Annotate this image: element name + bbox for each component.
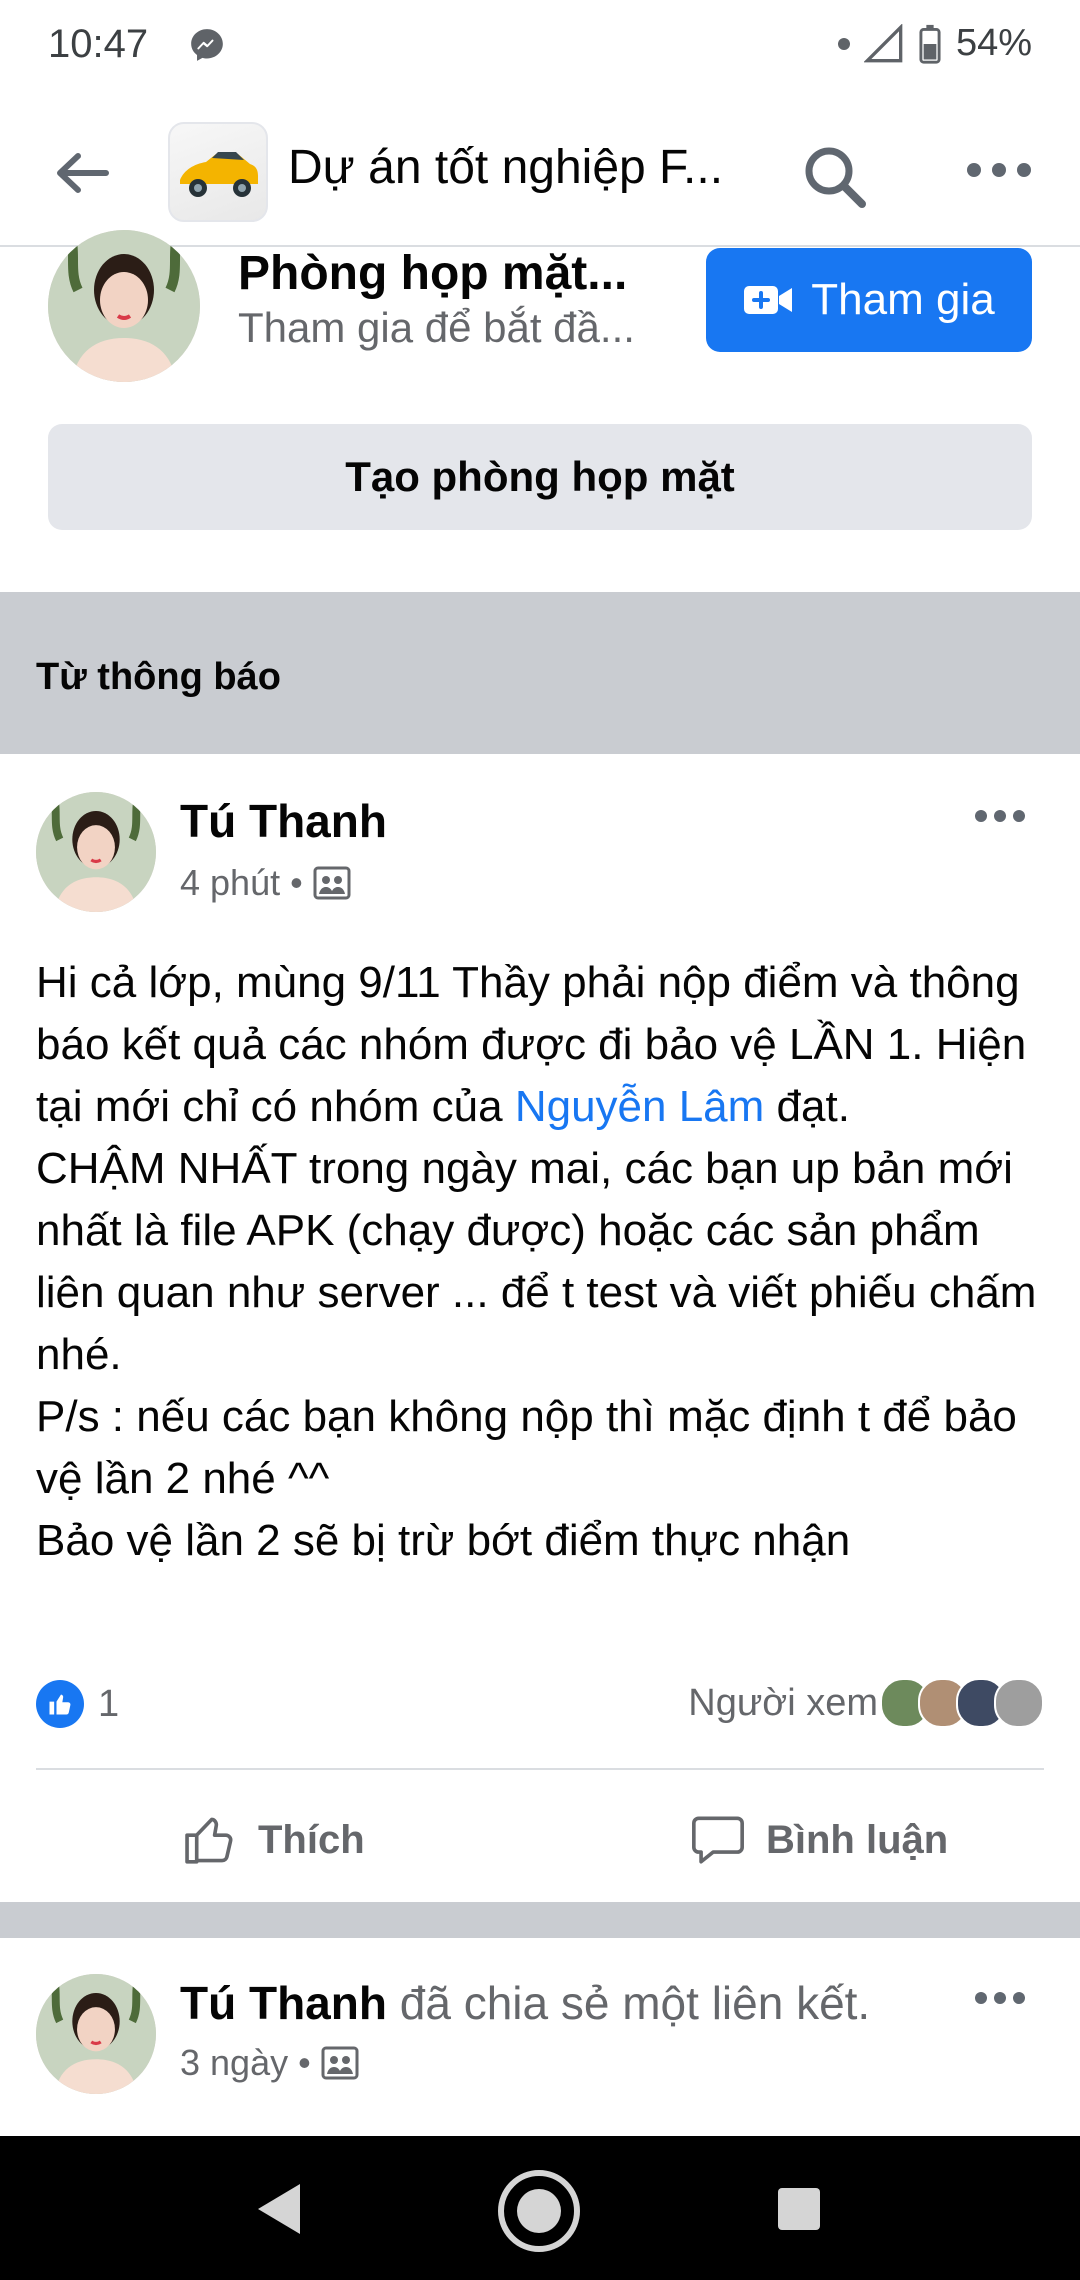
battery-icon	[919, 24, 941, 64]
post-time[interactable]: 4 phút	[180, 862, 280, 904]
post-author-name[interactable]: Tú Thanh	[180, 1977, 387, 2029]
comment-button[interactable]: Bình luận	[688, 1800, 948, 1880]
like-reaction-icon	[36, 1680, 84, 1728]
like-label: Thích	[258, 1817, 365, 1862]
reaction-summary[interactable]: 1	[36, 1680, 119, 1728]
post-action-text: đã chia sẻ một liên kết.	[399, 1977, 871, 2029]
section-label: Từ thông báo	[36, 656, 281, 698]
nav-home-icon[interactable]	[496, 2168, 582, 2254]
comment-icon	[692, 1816, 744, 1864]
nav-back-icon[interactable]	[254, 2182, 304, 2236]
signal-icon	[863, 23, 903, 62]
join-room-button[interactable]: Tham gia	[706, 248, 1032, 352]
status-right: 54%	[837, 22, 1032, 65]
post-paragraph-1: Hi cả lớp, mùng 9/11 Thầy phải nộp điểm …	[36, 952, 1046, 1138]
car-image-icon	[180, 152, 258, 197]
post-more-icon[interactable]	[974, 1990, 1026, 2006]
create-room-button[interactable]: Tạo phòng họp mặt	[48, 424, 1032, 530]
messenger-icon	[191, 29, 223, 61]
search-icon[interactable]	[800, 142, 870, 212]
post-paragraph-2: CHẬM NHẤT trong ngày mai, các bạn up bản…	[36, 1144, 1037, 1379]
like-count: 1	[98, 1682, 120, 1725]
thumbs-up-icon	[49, 1694, 71, 1715]
profile-photo-icon	[36, 792, 156, 912]
room-host-avatar[interactable]	[48, 230, 200, 382]
post-body: Hi cả lớp, mùng 9/11 Thầy phải nộp điểm …	[36, 952, 1046, 1572]
group-cover-thumbnail[interactable]	[168, 122, 268, 222]
post-more-icon[interactable]	[974, 808, 1026, 824]
post-paragraph-4: Bảo vệ lần 2 sẽ bị trừ bớt điểm thực nhậ…	[36, 1516, 851, 1565]
back-arrow-icon[interactable]	[52, 148, 112, 198]
seen-by[interactable]: Người xem	[688, 1678, 1044, 1728]
post-author-avatar[interactable]	[36, 1974, 156, 2094]
group-privacy-icon	[321, 2046, 359, 2080]
post-header-line: Tú Thanh đã chia sẻ một liên kết.	[180, 1976, 1000, 2030]
room-subtitle: Tham gia để bắt đầ...	[238, 304, 635, 351]
post-meta: 4 phút •	[180, 862, 351, 904]
post-paragraph-3: P/s : nếu các bạn không nộp thì mặc định…	[36, 1392, 1017, 1503]
nav-recents-icon[interactable]	[776, 2186, 822, 2232]
post-meta: 3 ngày •	[180, 2042, 359, 2084]
viewer-avatar	[994, 1678, 1044, 1728]
thumbs-up-outline-icon	[185, 1817, 233, 1864]
post-author-name[interactable]: Tú Thanh	[180, 794, 387, 848]
like-button[interactable]: Thích	[180, 1800, 365, 1880]
post-text-1b: đạt.	[764, 1082, 850, 1131]
group-title[interactable]: Dự án tốt nghiệp F...	[288, 140, 758, 195]
join-room-label: Tham gia	[811, 275, 995, 324]
battery-percent: 54%	[955, 22, 1032, 64]
mention-link[interactable]: Nguyễn Lâm	[515, 1082, 764, 1131]
comment-label: Bình luận	[766, 1817, 949, 1862]
seen-by-label: Người xem	[688, 1681, 878, 1724]
post-time[interactable]: 3 ngày	[180, 2042, 288, 2084]
feed-separator	[0, 1902, 1080, 1938]
meta-dot: •	[290, 862, 303, 903]
room-title: Phòng họp mặt...	[238, 247, 628, 300]
video-plus-icon	[744, 286, 793, 314]
profile-photo-icon	[36, 1974, 156, 2094]
post-divider	[36, 1768, 1044, 1770]
group-privacy-icon	[313, 866, 351, 900]
viewer-avatars	[880, 1678, 1044, 1728]
status-time: 10:47	[48, 22, 149, 66]
post-author-avatar[interactable]	[36, 792, 156, 912]
more-horizontal-icon[interactable]	[966, 160, 1032, 180]
create-room-label: Tạo phòng họp mặt	[345, 453, 735, 500]
notification-dot	[837, 37, 850, 50]
meta-dot: •	[298, 2042, 311, 2083]
profile-photo-icon	[48, 230, 200, 382]
